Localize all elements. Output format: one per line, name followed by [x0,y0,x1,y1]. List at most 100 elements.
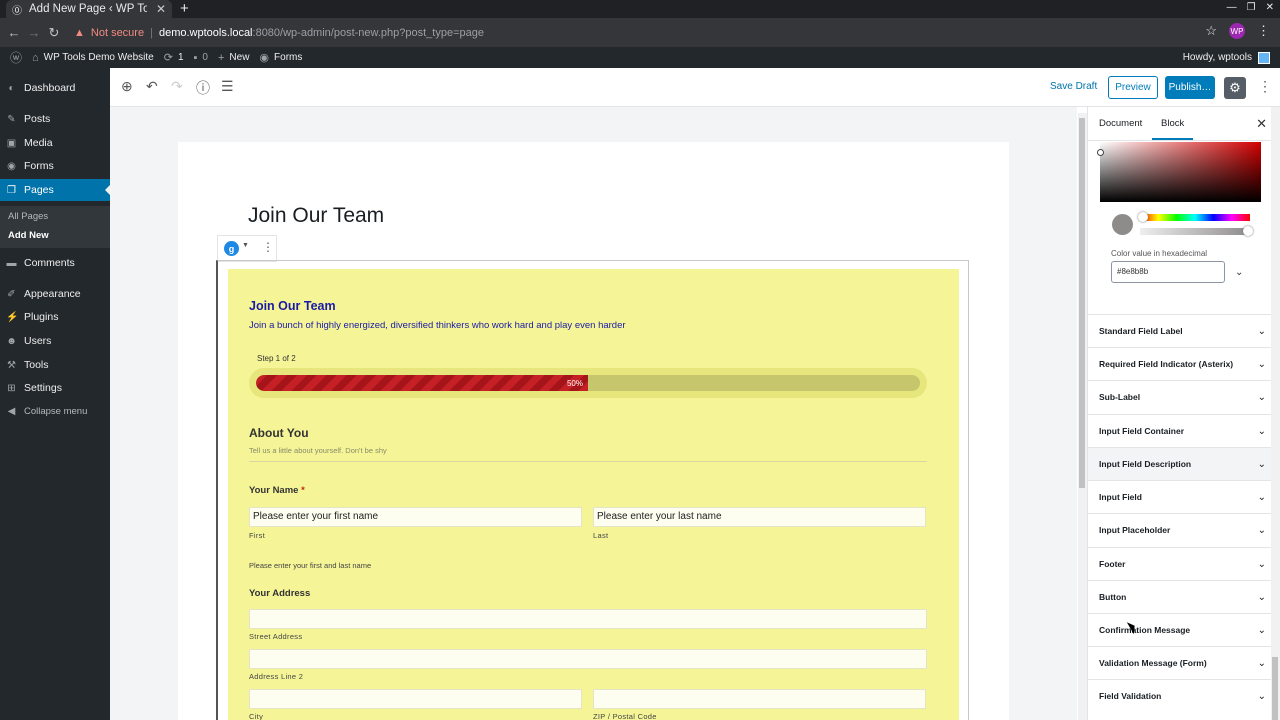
close-icon[interactable]: ✕ [1256,116,1267,132]
city-sublabel: City [249,712,264,720]
address-bar[interactable]: ▲ Not secure | demo.wptools.local:8080/w… [74,27,484,39]
chevron-down-icon: ⌄ [1257,690,1266,702]
url-host: demo.wptools.local [158,26,253,39]
sidebar-item-plugins[interactable]: ⚡ Plugins [0,306,110,328]
new-content-link[interactable]: + New [218,52,249,64]
hue-slider[interactable] [1138,212,1250,222]
chevron-down-icon[interactable]: ⌄ [1235,267,1243,278]
plug-icon: ⚡ [6,311,19,323]
publish-button[interactable]: Publish… [1165,76,1215,99]
submenu-all-pages[interactable]: All Pages [8,211,48,222]
close-tab-icon[interactable]: ✕ [156,2,166,16]
canvas-scrollbar[interactable] [1078,113,1087,720]
alpha-slider[interactable] [1140,226,1253,236]
maximize-icon[interactable]: ❐ [1247,2,1256,13]
tab-block[interactable]: Block [1152,118,1194,140]
alpha-handle[interactable] [1243,226,1253,236]
section-field-validation[interactable]: Field Validation ⌄ [1088,679,1280,712]
address-line2-input[interactable] [249,649,927,669]
wp-logo-icon[interactable]: ⓦ [10,49,22,66]
minimize-icon[interactable]: — [1227,2,1237,13]
name-label: Your Name * [249,485,305,496]
section-input-field[interactable]: Input Field ⌄ [1088,480,1280,513]
panel-scrollbar[interactable] [1271,107,1280,720]
info-icon[interactable]: ⓘ [196,78,210,98]
section-button[interactable]: Button ⌄ [1088,580,1280,613]
star-icon[interactable]: ☆ [1205,23,1217,39]
close-window-icon[interactable]: ✕ [1266,2,1274,13]
wrench-icon: ⚒ [7,359,16,371]
zip-input[interactable] [593,689,926,709]
first-name-input[interactable]: Please enter your first name [249,507,582,527]
chevron-down-icon: ⌄ [1257,325,1266,337]
city-input[interactable] [249,689,582,709]
back-icon[interactable]: ← [4,25,24,40]
browser-tab[interactable]: ⓪ Add New Page ‹ WP Too ✕ [6,0,172,18]
account-menu[interactable]: Howdy, wptools [1183,51,1270,64]
sidebar-item-posts[interactable]: ✎ Posts [0,108,110,130]
section-validation-message[interactable]: Validation Message (Form) ⌄ [1088,646,1280,679]
browser-menu-icon[interactable]: ⋮ [1257,23,1270,39]
block-more-icon[interactable]: ⋮ [262,240,274,254]
sidebar-item-appearance[interactable]: ✐ Appearance [0,283,110,305]
comments-link[interactable]: ▪ 0 [194,52,208,64]
page-title[interactable]: Join Our Team [248,204,384,228]
pages-icon: ❐ [7,184,16,196]
panel-scroll-thumb[interactable] [1272,657,1278,720]
section-input-description[interactable]: Input Field Description ⌄ [1088,447,1280,480]
hex-input[interactable]: #8e8b8b [1111,261,1225,283]
canvas-scroll-thumb[interactable] [1079,118,1085,488]
section-required-indicator[interactable]: Required Field Indicator (Asterix) ⌄ [1088,347,1280,380]
profile-avatar[interactable]: WP [1229,23,1245,39]
zip-sublabel: ZIP / Postal Code [593,712,657,720]
progress-label: 50% [566,378,583,388]
chevron-down-icon: ⌄ [1257,358,1266,370]
section-footer[interactable]: Footer ⌄ [1088,547,1280,580]
forward-icon[interactable]: → [24,25,44,40]
street-address-input[interactable] [249,609,927,629]
sidebar-tabs: Document Block ✕ [1088,107,1280,141]
chevron-down-icon[interactable]: ▼ [242,242,249,249]
sidebar-item-comments[interactable]: ▬ Comments [0,252,110,274]
sidebar-item-forms[interactable]: ◉ Forms [0,155,110,177]
more-options-icon[interactable]: ⋮ [1258,78,1272,95]
sidebar-item-dashboard[interactable]: ◐ Dashboard [0,77,110,99]
section-confirmation-message[interactable]: Confirmation Message ⌄ [1088,613,1280,646]
section-input-placeholder[interactable]: Input Placeholder ⌄ [1088,513,1280,546]
sidebar-item-pages[interactable]: ❐ Pages [0,179,110,201]
section-standard-field-label[interactable]: Standard Field Label ⌄ [1088,314,1280,347]
forms-icon: ◉ [7,160,16,172]
section-input-container[interactable]: Input Field Container ⌄ [1088,414,1280,447]
sidebar-item-settings[interactable]: ⊞ Settings [0,377,110,399]
saturation-handle[interactable] [1097,149,1104,156]
last-name-input[interactable]: Please enter your last name [593,507,926,527]
outline-icon[interactable]: ☰ [221,78,234,95]
hue-handle[interactable] [1138,212,1148,222]
color-saturation-picker[interactable] [1097,142,1261,202]
tab-document[interactable]: Document [1099,118,1142,129]
sidebar-collapse[interactable]: ◀ Collapse menu [0,400,110,422]
sidebar-item-media[interactable]: ▣ Media [0,132,110,154]
site-name-link[interactable]: ⌂ WP Tools Demo Website [32,52,154,64]
comments-icon: ▬ [6,257,17,269]
sidebar-item-tools[interactable]: ⚒ Tools [0,354,110,376]
preview-button[interactable]: Preview [1108,76,1158,99]
admin-sidebar: ◐ Dashboard ✎ Posts ▣ Media ◉ Forms ❐ Pages A… [0,68,110,720]
add-block-icon[interactable]: ⊕ [121,78,133,95]
updates-link[interactable]: ⟳ 1 [164,51,184,64]
forms-link[interactable]: ◉ Forms [259,51,302,64]
new-tab-button[interactable]: + [180,0,189,17]
save-draft-button[interactable]: Save Draft [1050,81,1097,92]
reload-icon[interactable]: ↻ [44,25,64,41]
chevron-down-icon: ⌄ [1257,524,1266,536]
sidebar-item-users[interactable]: ☻ Users [0,330,110,352]
section-sub-label[interactable]: Sub-Label ⌄ [1088,380,1280,413]
editor-canvas: Join Our Team g ▼ ⋮ Join Our Team Join a… [110,107,1077,720]
redo-icon[interactable]: ↷ [171,78,183,95]
gravity-forms-icon[interactable]: g [224,241,239,256]
undo-icon[interactable]: ↶ [146,78,158,95]
screen: ⓪ Add New Page ‹ WP Too ✕ + — ❐ ✕ ← → ↻ … [0,0,1280,720]
chevron-down-icon: ⌄ [1257,624,1266,636]
settings-gear-icon[interactable]: ⚙ [1224,77,1246,99]
submenu-add-new[interactable]: Add New [8,230,49,241]
